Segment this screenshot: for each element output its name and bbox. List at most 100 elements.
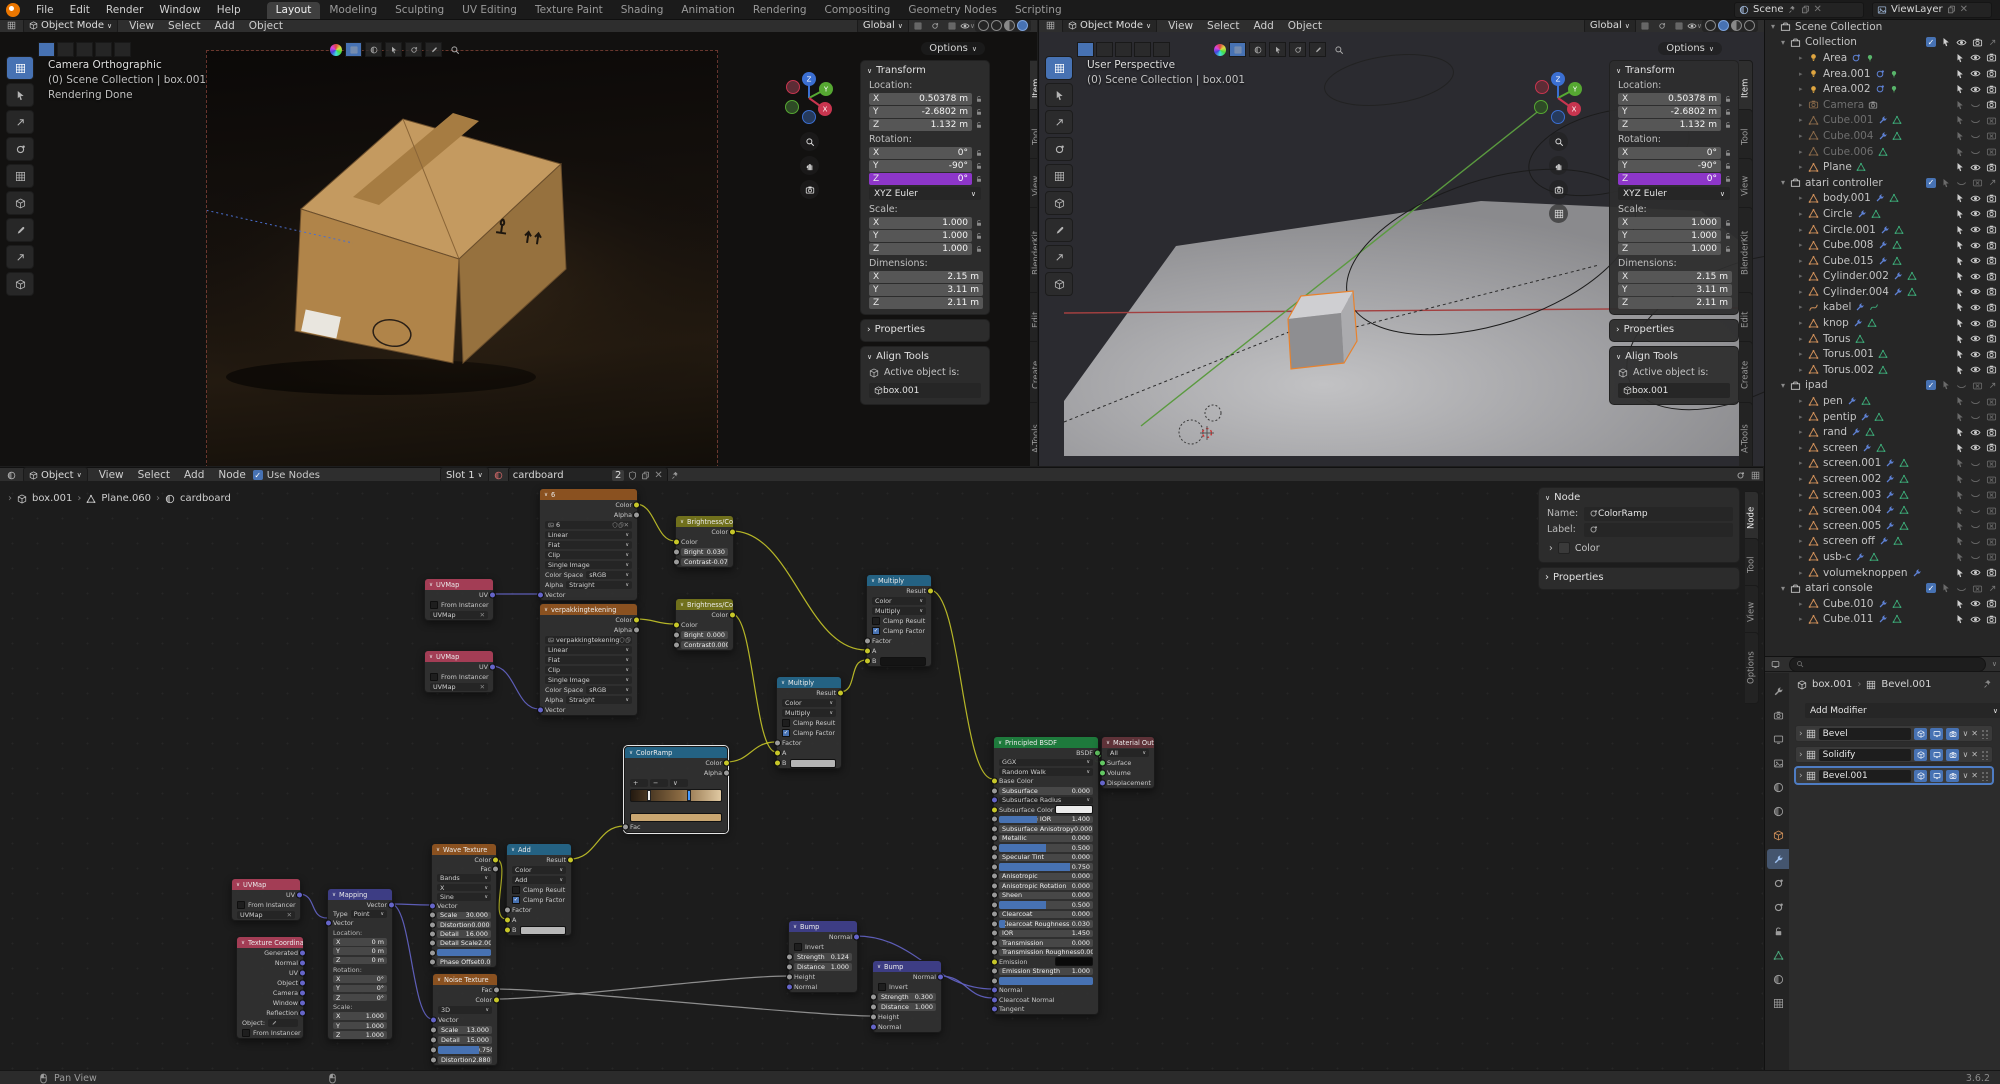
render-toggle-icon[interactable] bbox=[1972, 177, 1983, 188]
sidebar-tab-blenderkit[interactable]: BlenderKit bbox=[1739, 207, 1753, 299]
properties-tab-constraints[interactable] bbox=[1767, 921, 1789, 941]
snap-button-1-right[interactable] bbox=[1655, 19, 1670, 32]
socket[interactable] bbox=[786, 954, 793, 961]
image-name-field[interactable]: verpakkingtekening✕ bbox=[545, 636, 632, 644]
value-field[interactable]: Transmission0.000 bbox=[999, 939, 1093, 947]
socket[interactable] bbox=[1099, 770, 1106, 777]
visibility-toggle-icon[interactable] bbox=[1956, 583, 1967, 594]
socket[interactable] bbox=[774, 750, 781, 757]
value-field[interactable]: X0° bbox=[333, 975, 387, 983]
shader-editor-canvas[interactable]: ›box.001›Plane.060›cardboard∨6ColorAlpha… bbox=[0, 481, 1763, 1070]
socket[interactable] bbox=[299, 990, 306, 997]
menu-edit[interactable]: Edit bbox=[62, 4, 98, 16]
disclosure-triangle[interactable]: ▸ bbox=[1799, 615, 1808, 623]
node-row-roughness[interactable]: Roughness0.750 bbox=[994, 862, 1098, 872]
viewlayer-copy-icon[interactable] bbox=[1947, 5, 1956, 14]
node-row-y[interactable]: Y0° bbox=[328, 984, 392, 993]
matcap-ball[interactable] bbox=[1214, 44, 1226, 56]
socket[interactable] bbox=[673, 539, 680, 546]
socket[interactable] bbox=[870, 1004, 877, 1011]
socket[interactable] bbox=[991, 863, 998, 870]
outliner-row[interactable]: ▸Cube.011 bbox=[1765, 612, 2000, 628]
render-toggle-icon[interactable] bbox=[1986, 302, 1997, 313]
checkbox-clamp-factor[interactable]: ✓ bbox=[872, 627, 880, 635]
node-map[interactable]: ∨MappingVectorTypePoint∨VectorLocation:X… bbox=[327, 888, 393, 1040]
workspace-tab-scripting[interactable]: Scripting bbox=[1006, 2, 1071, 19]
workspace-tab-modeling[interactable]: Modeling bbox=[320, 2, 386, 19]
visibility-toggle-icon[interactable] bbox=[1970, 162, 1981, 173]
value-field[interactable]: Z0° bbox=[333, 994, 387, 1002]
node-row-x[interactable]: X∨ bbox=[432, 883, 496, 892]
node-row-b[interactable]: B bbox=[867, 656, 931, 666]
socket[interactable] bbox=[429, 958, 436, 965]
selectable-toggle-icon[interactable] bbox=[1941, 37, 1951, 47]
select-mode-0[interactable] bbox=[1077, 42, 1094, 57]
node-row-x[interactable]: X0 m bbox=[328, 937, 392, 946]
checkbox-invert[interactable] bbox=[878, 983, 886, 991]
sidebar-tab-tool[interactable]: Tool bbox=[1739, 109, 1753, 165]
node-bump2[interactable]: ∨BumpNormalInvertStrength0.300Distance1.… bbox=[872, 960, 942, 1033]
shader-overlay-button[interactable] bbox=[1748, 469, 1763, 482]
node-header[interactable]: ∨Brightness/Contrast bbox=[676, 599, 733, 610]
tool-add-cube[interactable] bbox=[1045, 272, 1073, 296]
render-toggle-icon[interactable] bbox=[1986, 349, 1997, 360]
checkbox-clamp-factor[interactable]: ✓ bbox=[782, 729, 790, 737]
socket[interactable] bbox=[633, 512, 640, 519]
ramp-op-1[interactable]: − bbox=[650, 779, 668, 787]
color-section-row[interactable]: ›Color bbox=[1539, 538, 1739, 558]
socket[interactable] bbox=[991, 844, 998, 851]
dimension-field-X[interactable]: X2.15 m bbox=[1618, 271, 1732, 283]
outliner-row[interactable]: ▾atari console✓ bbox=[1765, 580, 2000, 596]
socket[interactable] bbox=[991, 949, 998, 956]
sidebar-tab-create[interactable]: Create bbox=[1030, 341, 1037, 409]
socket[interactable] bbox=[492, 856, 499, 863]
disclosure-triangle[interactable]: ▸ bbox=[1799, 569, 1808, 577]
outliner-row[interactable]: ▾ipad✓ bbox=[1765, 378, 2000, 394]
socket[interactable] bbox=[430, 1027, 437, 1034]
socket[interactable] bbox=[729, 612, 736, 619]
socket[interactable] bbox=[991, 825, 998, 832]
visibility-toggle-icon[interactable] bbox=[1970, 520, 1981, 531]
disclosure-triangle[interactable]: ▸ bbox=[1799, 101, 1808, 109]
vp-menu-select-left[interactable]: Select bbox=[161, 20, 207, 32]
socket[interactable] bbox=[492, 865, 499, 872]
outliner-row[interactable]: ▾atari controller✓ bbox=[1765, 175, 2000, 191]
viewport-left[interactable]: Camera Orthographic(0) Scene Collection … bbox=[0, 32, 1037, 466]
material-browse-button[interactable] bbox=[491, 469, 506, 482]
checkbox-clamp-result[interactable] bbox=[872, 617, 880, 625]
shader-snap-button[interactable] bbox=[1733, 469, 1748, 482]
dropdown-single-image[interactable]: Single Image∨ bbox=[545, 561, 632, 569]
socket[interactable] bbox=[991, 892, 998, 899]
overlay-btn-3[interactable] bbox=[1289, 42, 1306, 57]
render-toggle-icon[interactable] bbox=[1986, 224, 1997, 235]
node-row-scale[interactable]: Scale13.000 bbox=[433, 1025, 497, 1035]
properties-tab-data[interactable] bbox=[1767, 945, 1789, 965]
slider-field[interactable]: Clearcoat Roughness0.030 bbox=[999, 920, 1093, 928]
value-field[interactable]: Scale30.000 bbox=[437, 912, 491, 920]
sidebar-tab-item[interactable]: Item bbox=[1739, 60, 1753, 116]
render-toggle-icon[interactable] bbox=[1986, 255, 1997, 266]
select-mode-4[interactable] bbox=[114, 42, 131, 57]
node-uv2[interactable]: ∨UVMapUVFrom InstancerUVMap✕ bbox=[424, 650, 494, 693]
node-collapse[interactable]: ∨ bbox=[437, 977, 441, 983]
node-row-clamp-factor[interactable]: ✓Clamp Factor bbox=[777, 728, 841, 738]
node-collapse[interactable]: ∨ bbox=[871, 578, 875, 584]
outliner-row[interactable]: ▸screen.002 bbox=[1765, 471, 2000, 487]
socket[interactable] bbox=[489, 664, 496, 671]
collection-checkbox[interactable]: ✓ bbox=[1926, 178, 1936, 188]
node-row-y[interactable]: Y0 m bbox=[328, 946, 392, 955]
tool-select-box[interactable] bbox=[1045, 56, 1073, 80]
node-bc1[interactable]: ∨Brightness/ContrastColorColorBright0.03… bbox=[675, 515, 734, 568]
disclosure-triangle[interactable]: ▾ bbox=[1771, 22, 1780, 31]
node-row-clamp-result[interactable]: Clamp Result bbox=[507, 885, 571, 895]
selectable-toggle-icon[interactable] bbox=[1955, 271, 1965, 281]
node-row-from-instancer[interactable]: From Instancer bbox=[232, 900, 300, 910]
node-row-distance[interactable]: Distance1.000 bbox=[789, 962, 857, 972]
socket[interactable] bbox=[991, 835, 998, 842]
value-field[interactable]: Distance1.000 bbox=[794, 963, 852, 971]
node-row-detail[interactable]: Detail16.000 bbox=[432, 929, 496, 938]
align-tools-header[interactable]: ∨Align Tools bbox=[1610, 349, 1738, 364]
select-mode-2[interactable] bbox=[76, 42, 93, 57]
checkbox-clamp-result[interactable] bbox=[782, 719, 790, 727]
scene-selector[interactable]: Scene✕ bbox=[1734, 2, 1864, 18]
